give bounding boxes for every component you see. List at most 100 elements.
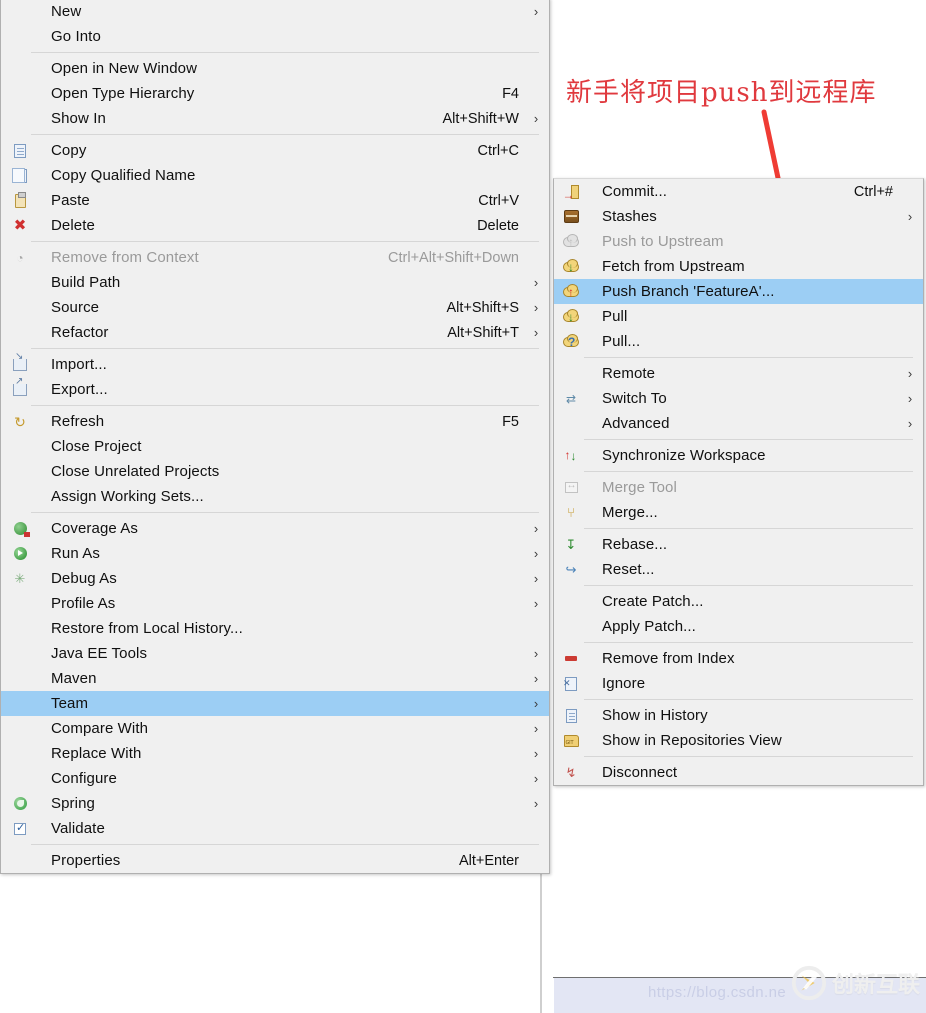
menu-item-label: Remove from Context (51, 249, 199, 266)
menu-item-label: Debug As (51, 570, 117, 587)
no-icon (9, 325, 31, 341)
menu-item-pull[interactable]: ?Pull...› (554, 329, 923, 354)
menu-item-label: Remove from Index (602, 650, 735, 667)
menu-item-label: Profile As (51, 595, 116, 612)
menu-separator (584, 756, 913, 757)
menu-item-shortcut: Ctrl+Alt+Shift+Down (388, 249, 519, 266)
repositories-icon (560, 733, 582, 749)
menu-item-shortcut: Ctrl+V (478, 192, 519, 209)
menu-item-close-project[interactable]: Close Project› (1, 434, 549, 459)
menu-item-push-branch-featurea[interactable]: ↑Push Branch 'FeatureA'...› (554, 279, 923, 304)
menu-item-import[interactable]: Import...› (1, 351, 549, 377)
no-icon (9, 464, 31, 480)
menu-item-shortcut: Ctrl+C (477, 142, 520, 159)
menu-item-java-ee-tools[interactable]: Java EE Tools › (1, 641, 549, 666)
menu-item-show-in-history[interactable]: Show in History› (554, 703, 923, 728)
menu-item-restore-from-local-history[interactable]: Restore from Local History...› (1, 616, 549, 641)
menu-item-go-into[interactable]: Go Into› (1, 24, 549, 49)
menu-item-shortcut: Alt+Shift+T (447, 324, 519, 341)
menu-item-refresh[interactable]: ↻RefreshF5› (1, 409, 549, 434)
submenu-chevron-right-icon: › (907, 209, 913, 224)
project-context-menu[interactable]: New›Go Into› Open in New Window›Open Type… (0, 0, 550, 874)
menu-item-configure[interactable]: Configure › (1, 766, 549, 791)
validate-check-icon (9, 821, 31, 837)
menu-item-properties[interactable]: PropertiesAlt+Enter› (1, 848, 549, 873)
menu-item-remote[interactable]: Remote › (554, 361, 923, 386)
no-icon (9, 696, 31, 712)
no-icon (9, 671, 31, 687)
menu-item-replace-with[interactable]: Replace With › (1, 741, 549, 766)
menu-item-label: Import... (51, 356, 107, 373)
menu-item-create-patch[interactable]: Create Patch...› (554, 589, 923, 614)
menu-item-show-in[interactable]: Show In Alt+Shift+W › (1, 106, 549, 131)
menu-item-compare-with[interactable]: Compare With › (1, 716, 549, 741)
menu-item-disconnect[interactable]: ↯Disconnect› (554, 760, 923, 785)
submenu-chevron-right-icon: › (533, 696, 539, 711)
menu-item-spring[interactable]: Spring › (1, 791, 549, 816)
menu-item-label: Paste (51, 192, 90, 209)
menu-item-stashes[interactable]: Stashes › (554, 204, 923, 229)
no-icon (9, 721, 31, 737)
menu-item-copy[interactable]: CopyCtrl+C› (1, 138, 549, 163)
menu-item-label: Merge... (602, 504, 658, 521)
menu-item-merge[interactable]: ⑂Merge...› (554, 500, 923, 525)
menu-item-remove-from-index[interactable]: Remove from Index› (554, 646, 923, 671)
menu-item-new[interactable]: New › (1, 0, 549, 24)
menu-item-refactor[interactable]: Refactor Alt+Shift+T › (1, 320, 549, 345)
menu-item-source[interactable]: Source Alt+Shift+S › (1, 295, 549, 320)
menu-item-label: Run As (51, 545, 100, 562)
menu-item-label: Merge Tool (602, 479, 677, 496)
menu-item-validate[interactable]: Validate› (1, 816, 549, 841)
menu-item-ignore[interactable]: Ignore› (554, 671, 923, 696)
menu-item-label: Synchronize Workspace (602, 447, 766, 464)
menu-item-maven[interactable]: Maven › (1, 666, 549, 691)
menu-item-paste[interactable]: PasteCtrl+V› (1, 188, 549, 213)
team-submenu[interactable]: → Commit... Ctrl+# › Stashes › ↑ Push to Upstre… (553, 178, 924, 786)
menu-item-build-path[interactable]: Build Path › (1, 270, 549, 295)
no-icon (9, 746, 31, 762)
menu-item-label: Remote (602, 365, 656, 382)
submenu-chevron-right-icon: › (533, 721, 539, 736)
menu-item-pull[interactable]: ↓Pull› (554, 304, 923, 329)
menu-item-advanced[interactable]: Advanced › (554, 411, 923, 436)
screenshot-root: 新手将项目push到远程库 New›Go Into›Open in New Wi… (0, 0, 926, 1013)
menu-item-open-type-hierarchy[interactable]: Open Type HierarchyF4› (1, 81, 549, 106)
menu-separator (31, 348, 539, 349)
menu-item-team[interactable]: Team › (1, 691, 549, 716)
menu-item-label: Refresh (51, 413, 105, 430)
menu-item-assign-working-sets[interactable]: Assign Working Sets...› (1, 484, 549, 509)
menu-item-apply-patch[interactable]: Apply Patch...› (554, 614, 923, 639)
remove-context-icon: ◔ (16, 250, 24, 265)
menu-item-export[interactable]: Export...› (1, 376, 549, 402)
menu-item-coverage-as[interactable]: Coverage As › (1, 516, 549, 541)
stashes-icon (560, 209, 582, 225)
menu-item-delete[interactable]: ✖DeleteDelete› (1, 213, 549, 238)
menu-item-close-unrelated-projects[interactable]: Close Unrelated Projects› (1, 459, 549, 484)
menu-item-shortcut: F5 (502, 413, 519, 430)
synchronize-icon: ↑ ↓ (564, 447, 577, 463)
menu-item-commit[interactable]: →Commit...Ctrl+#› (554, 179, 923, 204)
menu-item-fetch-from-upstream[interactable]: ↓Fetch from Upstream› (554, 254, 923, 279)
menu-item-switch-to[interactable]: ⇄ Switch To › (554, 386, 923, 411)
menu-item-debug-as[interactable]: ✳ Debug As › (1, 566, 549, 591)
menu-item-rebase[interactable]: ↧Rebase...› (554, 532, 923, 557)
menu-item-shortcut: Alt+Shift+S (446, 299, 519, 316)
menu-item-profile-as[interactable]: Profile As › (1, 591, 549, 616)
submenu-chevron-right-icon: › (533, 275, 539, 290)
menu-item-label: Ignore (602, 675, 646, 692)
menu-item-copy-qualified-name[interactable]: Copy Qualified Name› (1, 163, 549, 188)
menu-item-label: Reset... (602, 561, 655, 578)
no-icon (560, 594, 582, 610)
menu-item-label: Build Path (51, 274, 121, 291)
submenu-chevron-right-icon: › (533, 325, 539, 340)
remove-index-icon (560, 651, 582, 667)
menu-item-open-in-new-window[interactable]: Open in New Window› (1, 56, 549, 81)
menu-item-synchronize-workspace[interactable]: ↑↓Synchronize Workspace› (554, 443, 923, 468)
push-branch-icon: ↑ (560, 283, 582, 300)
menu-item-show-in-repositories-view[interactable]: Show in Repositories View› (554, 728, 923, 753)
delete-icon: ✖ (13, 216, 27, 234)
menu-item-label: Create Patch... (602, 593, 704, 610)
menu-item-reset[interactable]: ↪Reset...› (554, 557, 923, 582)
menu-item-run-as[interactable]: Run As › (1, 541, 549, 566)
refresh-icon: ↻ (14, 413, 26, 430)
